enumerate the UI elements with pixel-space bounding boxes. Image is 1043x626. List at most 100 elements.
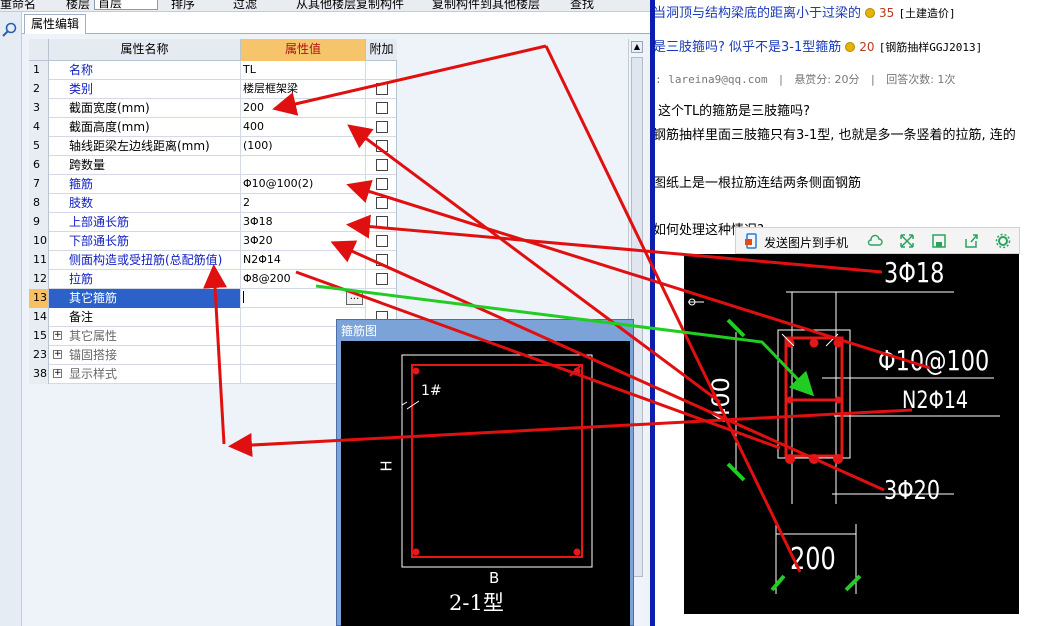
coin-icon: [865, 8, 876, 18]
add-checkbox[interactable]: [376, 159, 388, 171]
floor-select-value: 首层: [98, 0, 123, 10]
sort-button[interactable]: 排序: [171, 0, 195, 11]
column-header-add[interactable]: 附加: [366, 39, 397, 61]
floor-label: 楼层: [66, 0, 91, 11]
search-icon[interactable]: [2, 22, 18, 38]
add-checkbox[interactable]: [376, 83, 388, 95]
property-name: 箍筋: [49, 175, 241, 194]
property-name: 侧面构造或受扭筋(总配筋值): [49, 251, 241, 270]
property-name: 名称: [49, 61, 241, 80]
property-value[interactable]: [241, 156, 366, 175]
table-row-selected[interactable]: 13 其它箍筋...: [29, 289, 397, 308]
table-row[interactable]: 1 名称 TL: [29, 61, 397, 80]
property-value[interactable]: 楼层框架梁: [241, 80, 366, 99]
property-name: 跨数量: [49, 156, 241, 175]
stirrup-window-title: 箍筋图: [341, 324, 378, 338]
expand-icon[interactable]: +: [53, 369, 62, 378]
cloud-icon[interactable]: [867, 233, 883, 249]
column-header-name[interactable]: 属性名称: [49, 39, 241, 61]
cad-label-side-bars: N2Φ14: [902, 386, 969, 414]
property-group-name: + 锚固搭接: [49, 346, 241, 365]
question-line-2: 钢筋抽样里面三肢箍只有3-1型, 也就是多一条竖着的拉筋, 连的: [655, 128, 1016, 143]
add-checkbox[interactable]: [376, 273, 388, 285]
question-line-3: 图纸上是一根拉筋连结两条侧面钢筋: [655, 176, 862, 191]
cad-label-height: 400: [706, 377, 735, 423]
table-row[interactable]: 4 截面高度(mm) 400: [29, 118, 397, 137]
table-row[interactable]: 12 拉筋 Φ8@200: [29, 270, 397, 289]
add-checkbox[interactable]: [376, 235, 388, 247]
find-button[interactable]: 查找: [570, 0, 594, 11]
property-name: 截面高度(mm): [49, 118, 241, 137]
property-name: 肢数: [49, 194, 241, 213]
property-value[interactable]: 2: [241, 194, 366, 213]
cad-label-stirrup: Φ10@100: [878, 344, 990, 377]
qa-meta: : lareina9@qq.com | 悬赏分: 20分 | 回答次数: 1次: [655, 73, 956, 86]
rename-button[interactable]: 重命名: [0, 0, 36, 11]
add-checkbox[interactable]: [376, 216, 388, 228]
qa-item-2: 是三肢箍吗? 似乎不是3-1型箍筋 20 [钢筋抽样GGJ2013]: [655, 40, 983, 55]
property-value-input[interactable]: ...: [241, 289, 366, 308]
property-value[interactable]: Φ8@200: [241, 270, 366, 289]
share-icon[interactable]: [963, 233, 979, 249]
property-name: 上部通长筋: [49, 213, 241, 232]
property-group-name: + 其它属性: [49, 327, 241, 346]
left-strip: [0, 12, 22, 626]
add-checkbox[interactable]: [376, 197, 388, 209]
add-checkbox[interactable]: [376, 102, 388, 114]
property-value[interactable]: 400: [241, 118, 366, 137]
property-name: 备注: [49, 308, 241, 327]
stirrup-drawing: [401, 354, 593, 568]
fullscreen-icon[interactable]: [899, 233, 915, 249]
add-checkbox[interactable]: [376, 254, 388, 266]
property-value[interactable]: Φ10@100(2): [241, 175, 366, 194]
table-row[interactable]: 11 侧面构造或受扭筋(总配筋值) N2Φ14: [29, 251, 397, 270]
expand-icon[interactable]: +: [53, 350, 62, 359]
property-name: 类别: [49, 80, 241, 99]
floor-select[interactable]: 首层: [94, 0, 158, 10]
property-name: 截面宽度(mm): [49, 99, 241, 118]
top-toolbar: 重命名 楼层 首层 排序 过滤 从其他楼层复制构件 复制构件到其他楼层 查找: [0, 0, 650, 12]
expand-icon[interactable]: +: [53, 331, 62, 340]
table-row[interactable]: 2 类别 楼层框架梁: [29, 80, 397, 99]
column-header-value[interactable]: 属性值: [241, 39, 366, 61]
table-row[interactable]: 7 箍筋 Φ10@100(2): [29, 175, 397, 194]
image-toolbar: 发送图片到手机: [735, 227, 1020, 254]
property-value[interactable]: (100): [241, 137, 366, 156]
copy-to-other-floor-button[interactable]: 复制构件到其他楼层: [432, 0, 540, 11]
qa-item-1-link[interactable]: 当洞顶与结构梁底的距离小于过梁的: [655, 6, 861, 21]
table-row[interactable]: 9 上部通长筋 3Φ18: [29, 213, 397, 232]
qa-item-2-link[interactable]: 是三肢箍吗? 似乎不是3-1型箍筋: [655, 40, 841, 55]
property-group-name: + 显示样式: [49, 365, 241, 384]
filter-button[interactable]: 过滤: [233, 0, 257, 11]
table-row[interactable]: 6 跨数量: [29, 156, 397, 175]
send-to-phone-button[interactable]: 发送图片到手机: [764, 234, 848, 251]
stirrup-canvas: 1# H B 2-1型: [341, 341, 630, 626]
add-checkbox[interactable]: [376, 121, 388, 133]
property-value[interactable]: 3Φ20: [241, 232, 366, 251]
table-row[interactable]: 8 肢数 2: [29, 194, 397, 213]
table-row[interactable]: 10 下部通长筋 3Φ20: [29, 232, 397, 251]
stirrup-window: 箍筋图 1# H B 2-1型: [336, 319, 634, 626]
qa-item-1: 当洞顶与结构梁底的距离小于过梁的 35 [土建造价]: [655, 6, 956, 21]
property-name: 其它箍筋: [49, 289, 241, 308]
question-line-1: 这个TL的箍筋是三肢箍吗?: [658, 104, 811, 119]
coin-icon: [845, 42, 856, 52]
tab-property-edit[interactable]: 属性编辑: [24, 14, 86, 34]
cad-image: 3Φ18 Φ10@100 N2Φ14 3Φ20 400 200: [684, 254, 1019, 614]
property-value[interactable]: 3Φ18: [241, 213, 366, 232]
cad-drawing: [688, 291, 1000, 594]
table-row[interactable]: 5 轴线距梁左边线距离(mm) (100): [29, 137, 397, 156]
ellipsis-button[interactable]: ...: [346, 291, 363, 305]
property-value[interactable]: N2Φ14: [241, 251, 366, 270]
table-row[interactable]: 3 截面宽度(mm) 200: [29, 99, 397, 118]
save-icon[interactable]: [931, 233, 947, 249]
property-name: 拉筋: [49, 270, 241, 289]
gear-icon[interactable]: [995, 233, 1011, 249]
add-checkbox[interactable]: [376, 178, 388, 190]
property-value[interactable]: 200: [241, 99, 366, 118]
property-name: 下部通长筋: [49, 232, 241, 251]
add-checkbox[interactable]: [376, 140, 388, 152]
property-value[interactable]: TL: [241, 61, 366, 80]
copy-from-other-floor-button[interactable]: 从其他楼层复制构件: [296, 0, 404, 11]
scroll-up-icon[interactable]: ▲: [631, 41, 643, 53]
